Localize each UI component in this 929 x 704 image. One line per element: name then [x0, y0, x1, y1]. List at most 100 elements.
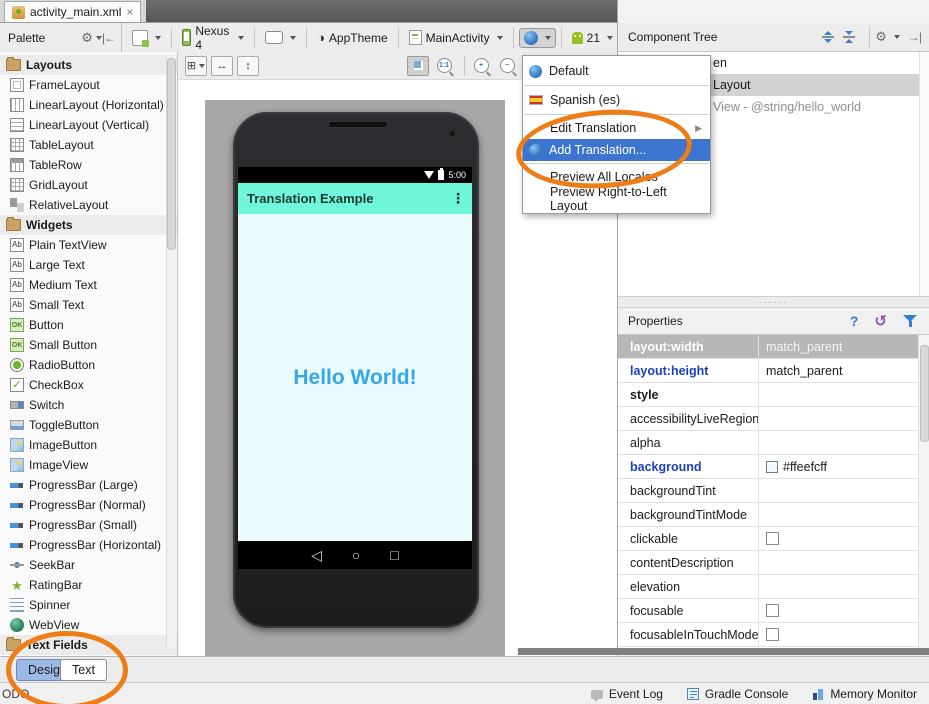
statusbar-item-memory[interactable]: Memory Monitor	[812, 687, 917, 701]
reset-icon[interactable]: ↺	[874, 312, 887, 330]
filter-icon[interactable]	[903, 315, 917, 328]
expand-horizontal-button[interactable]: ↔	[211, 56, 233, 76]
palette-item[interactable]: Spinner	[0, 595, 177, 615]
palette-item[interactable]: RelativeLayout	[0, 195, 177, 215]
palette-gear-icon[interactable]: ⚙	[81, 30, 93, 46]
palette-item[interactable]: OKSmall Button	[0, 335, 177, 355]
tree-dock-icon[interactable]: →|	[908, 30, 921, 44]
property-value[interactable]	[758, 575, 918, 598]
device-config-button[interactable]	[127, 27, 166, 49]
locale-selector-button[interactable]	[519, 28, 556, 48]
palette-item[interactable]: ProgressBar (Horizontal)	[0, 535, 177, 555]
nav-recents-icon[interactable]: □	[390, 547, 398, 563]
menu-item[interactable]: Add Translation...	[523, 139, 710, 161]
property-row[interactable]: contentDescription	[618, 551, 918, 575]
theme-selector-button[interactable]: ◑ AppTheme	[312, 27, 393, 48]
property-row[interactable]: clickable	[618, 527, 918, 551]
property-value[interactable]: match_parent	[758, 335, 918, 358]
palette-item[interactable]: TableLayout	[0, 135, 177, 155]
palette-item[interactable]: AbLarge Text	[0, 255, 177, 275]
property-value[interactable]	[758, 551, 918, 574]
api-level-button[interactable]: 21	[567, 28, 618, 48]
palette-item[interactable]: ProgressBar (Normal)	[0, 495, 177, 515]
nav-home-icon[interactable]: ○	[352, 547, 360, 563]
properties-scrollbar-thumb[interactable]	[920, 345, 929, 442]
property-row[interactable]: backgroundTint	[618, 479, 918, 503]
property-value[interactable]: #ffeefcff	[758, 455, 918, 478]
property-value[interactable]	[758, 479, 918, 502]
palette-item[interactable]: ToggleButton	[0, 415, 177, 435]
checkbox[interactable]	[766, 604, 779, 617]
zoom-in-button[interactable]: +	[470, 56, 492, 76]
zoom-out-button[interactable]: −	[496, 56, 518, 76]
palette-item[interactable]: WebView	[0, 615, 177, 635]
property-value[interactable]	[758, 599, 918, 622]
property-row[interactable]: layout:heightmatch_parent	[618, 359, 918, 383]
property-value[interactable]	[758, 407, 918, 430]
property-value[interactable]	[758, 623, 918, 646]
checkbox[interactable]	[766, 628, 779, 641]
palette-item[interactable]: OKButton	[0, 315, 177, 335]
overflow-menu-icon[interactable]: ⋮	[451, 190, 472, 207]
property-value[interactable]: match_parent	[758, 359, 918, 382]
palette-item[interactable]: ImageView	[0, 455, 177, 475]
horizontal-scrollbar-thumb[interactable]	[518, 648, 929, 655]
palette-item[interactable]: ProgressBar (Large)	[0, 475, 177, 495]
palette-item[interactable]: GridLayout	[0, 175, 177, 195]
menu-item[interactable]: Edit Translation▶	[523, 117, 710, 139]
zoom-actual-button[interactable]: 1:1	[433, 56, 455, 76]
pan-button[interactable]	[407, 56, 429, 76]
palette-item[interactable]: RadioButton	[0, 355, 177, 375]
editor-tab-activity-main[interactable]: activity_main.xml ×	[4, 1, 141, 22]
menu-item[interactable]: Default	[523, 59, 710, 83]
palette-hide-icon[interactable]: |←	[102, 31, 115, 45]
statusbar-item-bubble[interactable]: Event Log	[591, 687, 663, 701]
property-row[interactable]: focusableInTouchMode	[618, 623, 918, 647]
device-selector-button[interactable]: Nexus 4	[177, 21, 249, 55]
orientation-button[interactable]	[260, 28, 301, 47]
hello-world-textview[interactable]: Hello World!	[238, 366, 472, 390]
help-icon[interactable]: ?	[850, 313, 859, 329]
activity-selector-button[interactable]: MainActivity	[404, 27, 508, 48]
property-value[interactable]	[758, 431, 918, 454]
statusbar-item-console[interactable]: Gradle Console	[687, 687, 788, 701]
phone-screen[interactable]: 5:00 Translation Example ⋮ Hello World! …	[238, 167, 472, 569]
tab-text[interactable]: Text	[60, 659, 107, 681]
property-row[interactable]: backgroundTintMode	[618, 503, 918, 527]
expand-all-icon[interactable]	[822, 31, 834, 43]
palette-item[interactable]: LinearLayout (Horizontal)	[0, 95, 177, 115]
property-row[interactable]: layout:widthmatch_parent	[618, 335, 918, 359]
palette-item[interactable]: ★RatingBar	[0, 575, 177, 595]
palette-section-header[interactable]: Widgets	[0, 215, 177, 235]
property-value[interactable]	[758, 527, 918, 550]
property-row[interactable]: alpha	[618, 431, 918, 455]
palette-item[interactable]: TableRow	[0, 155, 177, 175]
property-value[interactable]	[758, 503, 918, 526]
menu-item[interactable]: Preview Right-to-Left Layout	[523, 188, 710, 210]
palette-item[interactable]: LinearLayout (Vertical)	[0, 115, 177, 135]
palette-item[interactable]: FrameLayout	[0, 75, 177, 95]
collapse-all-icon[interactable]	[843, 31, 855, 43]
tree-gear-icon[interactable]: ⚙	[875, 29, 887, 45]
property-row[interactable]: elevation	[618, 575, 918, 599]
zoom-fit-button[interactable]: ⊞	[185, 56, 207, 76]
palette-scrollbar-thumb[interactable]	[167, 58, 176, 250]
properties-splitter[interactable]: ······	[618, 296, 929, 308]
checkbox[interactable]	[766, 532, 779, 545]
palette-item[interactable]: AbSmall Text	[0, 295, 177, 315]
component-tree-scrollbar[interactable]	[919, 52, 929, 296]
property-row[interactable]: focusable	[618, 599, 918, 623]
palette-item[interactable]: ImageButton	[0, 435, 177, 455]
palette-item[interactable]: ProgressBar (Small)	[0, 515, 177, 535]
expand-vertical-button[interactable]: ↕	[237, 56, 259, 76]
menu-item[interactable]: Spanish (es)	[523, 88, 710, 112]
property-row[interactable]: style	[618, 383, 918, 407]
palette-section-header[interactable]: Layouts	[0, 55, 177, 75]
palette-item[interactable]: SeekBar	[0, 555, 177, 575]
palette-section-header[interactable]: Text Fields	[0, 635, 177, 655]
property-value[interactable]	[758, 383, 918, 406]
palette-item[interactable]: AbMedium Text	[0, 275, 177, 295]
nav-back-icon[interactable]: ◁	[311, 547, 322, 564]
palette-item[interactable]: ✓CheckBox	[0, 375, 177, 395]
property-row[interactable]: accessibilityLiveRegion	[618, 407, 918, 431]
